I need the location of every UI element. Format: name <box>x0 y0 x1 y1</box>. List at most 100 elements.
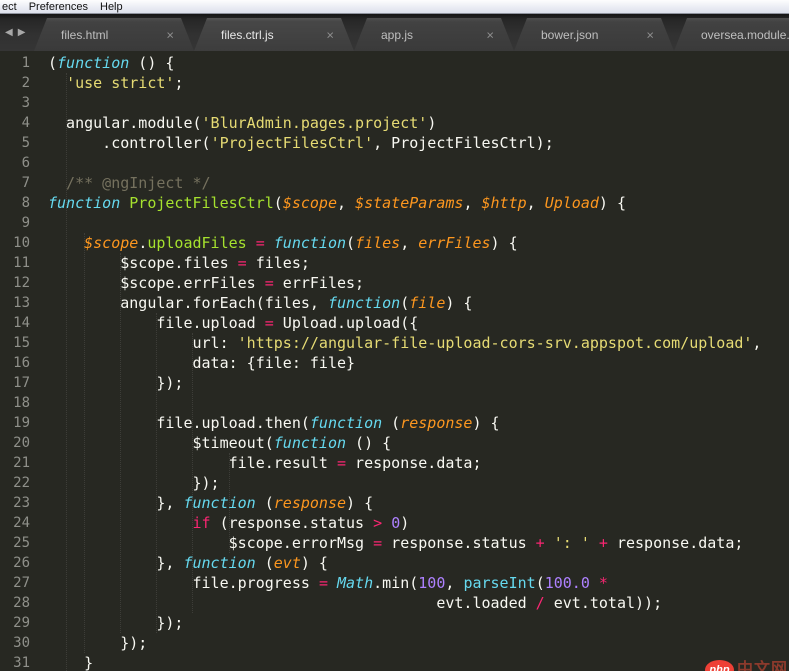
line-number: 3 <box>21 95 30 111</box>
tab-close-icon[interactable]: × <box>646 28 654 41</box>
line-number: 6 <box>21 155 30 171</box>
line-text <box>30 393 48 413</box>
line-text: if (response.status > 0) <box>192 514 410 532</box>
line-text: (function () { <box>48 54 175 72</box>
tab-scroll-right-icon[interactable]: ▶ <box>18 27 26 38</box>
code-line[interactable]: 23 }, function (response) { <box>0 493 789 513</box>
code-line[interactable]: 1 (function () { <box>0 53 789 73</box>
line-text: $scope.files = files; <box>48 254 310 272</box>
line-number: 4 <box>21 115 30 131</box>
code-line[interactable]: 18 <box>0 393 789 413</box>
code-line[interactable]: 24 if (response.status > 0) <box>0 513 789 533</box>
line-number: 16 <box>13 355 30 371</box>
code-line[interactable]: 14 file.upload = Upload.upload({ <box>0 313 789 333</box>
php-logo-icon: php <box>704 660 734 671</box>
menu-bar: ect Preferences Help <box>0 0 789 14</box>
tab-label: files.html <box>61 27 109 42</box>
line-number: 10 <box>13 235 30 251</box>
tab-oversea.module.j[interactable]: oversea.module.j <box>674 18 789 51</box>
line-text: /** @ngInject */ <box>48 174 211 192</box>
line-number: 19 <box>13 415 30 431</box>
code-lines: 1 (function () {2 'use strict'; 3 4 angular… <box>0 53 789 671</box>
code-line[interactable]: 6 <box>0 153 789 173</box>
line-text: }); <box>48 374 184 392</box>
code-line[interactable]: 8 function ProjectFilesCtrl($scope, $stat… <box>0 193 789 213</box>
tab-close-icon[interactable]: × <box>486 28 494 41</box>
code-line[interactable]: 22 }); <box>0 473 789 493</box>
tab-label: bower.json <box>541 27 599 42</box>
line-text: evt.loaded / evt.total)); <box>48 594 663 612</box>
line-number: 23 <box>13 495 30 511</box>
line-text: 'use strict'; <box>66 74 184 92</box>
code-line[interactable]: 11 $scope.files = files; <box>0 253 789 273</box>
line-text: }, function (evt) { <box>48 554 328 572</box>
menu-item-help[interactable]: Help <box>100 1 123 13</box>
line-text: angular.module('BlurAdmin.pages.project'… <box>48 114 437 132</box>
tab-scrollers: ◀ ▶ <box>5 27 25 38</box>
line-number: 25 <box>13 535 30 551</box>
tab-app.js[interactable]: app.js × <box>354 18 514 51</box>
code-line[interactable]: 19 file.upload.then(function (response) … <box>0 413 789 433</box>
line-number: 11 <box>13 255 30 271</box>
menu-item-preferences[interactable]: Preferences <box>29 1 88 13</box>
code-line[interactable]: 25 $scope.errorMsg = response.status + '… <box>0 533 789 553</box>
line-text: .controller('ProjectFilesCtrl', ProjectF… <box>48 134 554 152</box>
line-number: 22 <box>13 475 30 491</box>
code-line[interactable]: 4 angular.module('BlurAdmin.pages.projec… <box>0 113 789 133</box>
line-number: 15 <box>13 335 30 351</box>
code-line[interactable]: 20 $timeout(function () { <box>0 433 789 453</box>
watermark: php 中文网 <box>704 660 788 671</box>
code-line[interactable]: 5 .controller('ProjectFilesCtrl', Projec… <box>0 133 789 153</box>
line-text: file.upload.then(function (response) { <box>48 414 500 432</box>
tab-strip: files.html × files.ctrl.js × app.js × bower.js… <box>34 18 789 51</box>
code-line[interactable]: 26 }, function (evt) { <box>0 553 789 573</box>
line-number: 24 <box>13 515 30 531</box>
line-number: 7 <box>21 175 30 191</box>
code-line[interactable]: 9 <box>0 213 789 233</box>
line-number: 31 <box>13 655 30 671</box>
line-text: $timeout(function () { <box>48 434 392 452</box>
code-line[interactable]: 29 }); <box>0 613 789 633</box>
line-text <box>30 213 48 233</box>
line-number: 1 <box>21 55 30 71</box>
line-number: 29 <box>13 615 30 631</box>
line-number: 2 <box>21 75 30 91</box>
line-text: }); <box>48 474 220 492</box>
tab-label: app.js <box>381 27 414 42</box>
tab-scroll-left-icon[interactable]: ◀ <box>5 27 13 38</box>
line-text: file.progress = Math.min(100, parseInt(1… <box>48 574 608 592</box>
line-number: 30 <box>13 635 30 651</box>
code-line[interactable]: 10 $scope.uploadFiles = function(files, … <box>0 233 789 253</box>
code-line[interactable]: 21 file.result = response.data; <box>0 453 789 473</box>
watermark-site-text: 中文网 <box>736 661 788 671</box>
code-line[interactable]: 2 'use strict'; <box>0 73 789 93</box>
line-number: 20 <box>13 435 30 451</box>
code-line[interactable]: 3 <box>0 93 789 113</box>
code-editor[interactable]: 1 (function () {2 'use strict'; 3 4 angular… <box>0 51 789 671</box>
code-line[interactable]: 13 angular.forEach(files, function(file)… <box>0 293 789 313</box>
line-text: $scope.uploadFiles = function(files, err… <box>84 234 518 252</box>
code-line[interactable]: 27 file.progress = Math.min(100, parseIn… <box>0 573 789 593</box>
line-text <box>30 153 48 173</box>
tab-bower.json[interactable]: bower.json × <box>514 18 674 51</box>
code-line[interactable]: 16 data: {file: file} <box>0 353 789 373</box>
menu-item-ect[interactable]: ect <box>2 1 17 13</box>
tab-close-icon[interactable]: × <box>326 28 334 41</box>
code-line[interactable]: 7 /** @ngInject */ <box>0 173 789 193</box>
tab-files.html[interactable]: files.html × <box>34 18 194 51</box>
line-number: 28 <box>13 595 30 611</box>
line-number: 5 <box>21 135 30 151</box>
code-line[interactable]: 17 }); <box>0 373 789 393</box>
line-text: } <box>48 654 94 671</box>
code-line[interactable]: 31 } <box>0 653 789 671</box>
line-text: url: 'https://angular-file-upload-cors-s… <box>48 334 762 352</box>
code-line[interactable]: 15 url: 'https://angular-file-upload-cor… <box>0 333 789 353</box>
menu-bar-items: ect Preferences Help <box>0 1 123 13</box>
code-line[interactable]: 30 }); <box>0 633 789 653</box>
line-text: angular.forEach(files, function(file) { <box>48 294 473 312</box>
line-text: }, function (response) { <box>48 494 374 512</box>
code-line[interactable]: 28 evt.loaded / evt.total)); <box>0 593 789 613</box>
tab-files.ctrl.js[interactable]: files.ctrl.js × <box>194 18 354 51</box>
tab-close-icon[interactable]: × <box>166 28 174 41</box>
code-line[interactable]: 12 $scope.errFiles = errFiles; <box>0 273 789 293</box>
